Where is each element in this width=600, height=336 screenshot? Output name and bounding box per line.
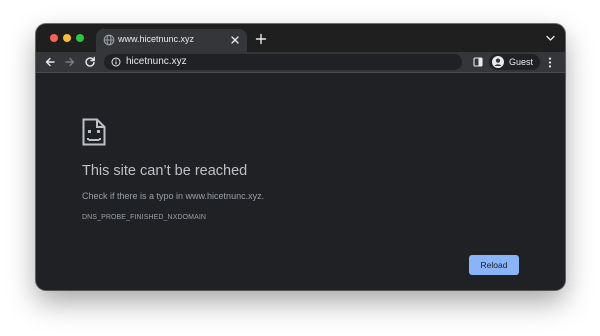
globe-icon — [103, 34, 115, 46]
profile-button[interactable]: Guest — [489, 54, 540, 70]
toolbar: hicetnunc.xyz Guest — [36, 52, 565, 73]
info-icon[interactable] — [111, 57, 121, 67]
more-menu-icon[interactable] — [546, 57, 554, 68]
tab-close-icon[interactable] — [230, 35, 240, 45]
window-close-button[interactable] — [50, 34, 58, 42]
side-panel-icon[interactable] — [473, 57, 483, 67]
tab-title: www.hicetnunc.xyz — [118, 34, 195, 44]
error-description: Check if there is a typo in www.hicetnun… — [82, 191, 265, 201]
address-bar-url: hicetnunc.xyz — [126, 56, 187, 67]
browser-window: www.hicetnunc.xyz hicetnunc.xyz Guest Th… — [36, 24, 565, 290]
chevron-down-icon[interactable] — [546, 35, 555, 42]
page-content: This site can’t be reached Check if ther… — [36, 73, 565, 290]
tab-strip: www.hicetnunc.xyz — [36, 24, 565, 52]
back-arrow-icon[interactable] — [44, 56, 56, 68]
sad-page-icon — [82, 118, 106, 146]
profile-label: Guest — [509, 57, 534, 67]
reload-button[interactable]: Reload — [469, 255, 519, 275]
error-code: DNS_PROBE_FINISHED_NXDOMAIN — [82, 214, 207, 221]
error-title: This site can’t be reached — [82, 163, 248, 179]
tab-active[interactable]: www.hicetnunc.xyz — [96, 29, 247, 52]
reload-icon[interactable] — [84, 56, 96, 68]
new-tab-icon[interactable] — [255, 33, 267, 45]
avatar-icon — [492, 56, 504, 68]
address-bar[interactable]: hicetnunc.xyz — [104, 54, 462, 70]
window-minimize-button[interactable] — [63, 34, 71, 42]
forward-arrow-icon[interactable] — [64, 56, 76, 68]
window-maximize-button[interactable] — [76, 34, 84, 42]
